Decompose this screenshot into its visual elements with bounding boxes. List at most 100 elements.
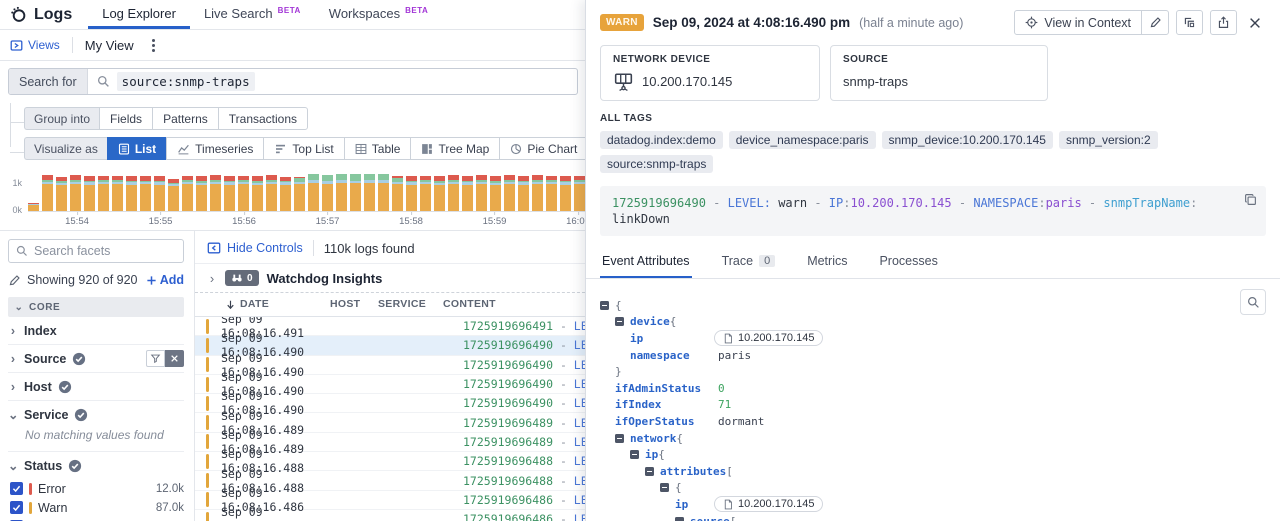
- column-content[interactable]: CONTENT: [443, 298, 585, 310]
- search-query-token[interactable]: source:snmp-traps: [117, 72, 255, 91]
- copy-icon[interactable]: [1244, 193, 1257, 206]
- histogram-bar[interactable]: [168, 179, 179, 211]
- visualize-as-top-list[interactable]: Top List: [263, 137, 343, 160]
- histogram-bar[interactable]: [308, 174, 319, 211]
- histogram-bar[interactable]: [504, 175, 515, 211]
- column-host[interactable]: HOST: [330, 298, 378, 310]
- checkbox-checked[interactable]: [10, 482, 23, 495]
- histogram-bar[interactable]: [560, 176, 571, 211]
- watchdog-insights-row[interactable]: › 0 Watchdog Insights: [195, 263, 585, 293]
- log-table-row[interactable]: Sep 09 16:08:16.4861725919696486 - LEVEL…: [195, 510, 585, 521]
- tag-pill[interactable]: device_namespace:paris: [729, 131, 876, 149]
- histogram-bar[interactable]: [448, 175, 459, 211]
- histogram-bar[interactable]: [350, 174, 361, 211]
- facet-value-info[interactable]: Info4.41k: [8, 517, 184, 521]
- facet-search-input[interactable]: Search facets: [8, 239, 184, 263]
- histogram-bar[interactable]: [546, 176, 557, 211]
- view-in-context-button[interactable]: View in Context: [1015, 16, 1141, 30]
- histogram-bar[interactable]: [476, 175, 487, 211]
- collapse-toggle-icon[interactable]: [615, 317, 624, 326]
- visualize-as-timeseries[interactable]: Timeseries: [166, 137, 263, 160]
- tag-pill[interactable]: snmp_device:10.200.170.145: [882, 131, 1053, 149]
- views-button[interactable]: Views: [10, 38, 60, 52]
- collapse-toggle-icon[interactable]: [600, 301, 609, 310]
- histogram-bar[interactable]: [70, 175, 81, 211]
- close-icon[interactable]: [1244, 12, 1266, 34]
- source-card[interactable]: SOURCE snmp-traps: [830, 45, 1048, 101]
- group-into-patterns[interactable]: Patterns: [152, 107, 218, 130]
- collapse-toggle-icon[interactable]: [660, 483, 669, 492]
- collapse-toggle-icon[interactable]: [645, 467, 654, 476]
- histogram-bar[interactable]: [392, 176, 403, 211]
- detail-tab-processes[interactable]: Processes: [877, 251, 939, 278]
- histogram-bar[interactable]: [420, 176, 431, 211]
- tag-pill[interactable]: snmp_version:2: [1059, 131, 1158, 149]
- checkbox-checked[interactable]: [10, 501, 23, 514]
- histogram-bar[interactable]: [238, 176, 249, 211]
- facet-row-index[interactable]: ›Index: [8, 317, 184, 344]
- facet-row-status[interactable]: ⌄Status: [8, 452, 184, 479]
- hide-controls-button[interactable]: Hide Controls: [207, 241, 303, 255]
- logs-brand[interactable]: Logs: [10, 0, 88, 29]
- histogram-bar[interactable]: [224, 176, 235, 211]
- histogram-bar[interactable]: [154, 176, 165, 211]
- facet-filter-icon[interactable]: [146, 350, 165, 367]
- facet-row-host[interactable]: ›Host: [8, 373, 184, 400]
- collapse-toggle-icon[interactable]: [630, 450, 639, 459]
- histogram-bar[interactable]: [336, 174, 347, 211]
- group-into-fields[interactable]: Fields: [99, 107, 152, 130]
- facet-section-core[interactable]: ⌄ CORE: [8, 297, 184, 317]
- histogram-bar[interactable]: [182, 176, 193, 211]
- facet-value-warn[interactable]: Warn87.0k: [8, 498, 184, 517]
- visualize-as-tree-map[interactable]: Tree Map: [410, 137, 499, 160]
- tag-pill[interactable]: source:snmp-traps: [600, 155, 713, 173]
- visualize-as-table[interactable]: Table: [344, 137, 411, 160]
- histogram-bar[interactable]: [140, 176, 151, 211]
- visualize-as-pie-chart[interactable]: Pie Chart: [499, 137, 587, 160]
- histogram-bar[interactable]: [532, 175, 543, 211]
- histogram-bar[interactable]: [252, 176, 263, 211]
- share-export-icon[interactable]: [1210, 10, 1237, 35]
- collapse-toggle-icon[interactable]: [615, 434, 624, 443]
- network-device-card[interactable]: NETWORK DEVICE 10.200.170.145: [600, 45, 820, 101]
- column-service[interactable]: SERVICE: [378, 298, 443, 310]
- copy-attributes-icon[interactable]: [1176, 10, 1203, 35]
- attribute-value-pill[interactable]: 10.200.170.145: [714, 496, 823, 512]
- histogram-bar[interactable]: [28, 203, 39, 211]
- facet-row-service[interactable]: ⌄Service: [8, 401, 184, 428]
- histogram-bar[interactable]: [406, 176, 417, 211]
- histogram-bar[interactable]: [490, 176, 501, 211]
- nav-tab-live-search[interactable]: Live SearchBETA: [190, 0, 315, 29]
- histogram-bar[interactable]: [42, 175, 53, 211]
- detail-tab-metrics[interactable]: Metrics: [805, 251, 849, 278]
- histogram-bar[interactable]: [378, 174, 389, 211]
- tag-pill[interactable]: datadog.index:demo: [600, 131, 723, 149]
- detail-tab-trace[interactable]: Trace0: [720, 251, 778, 278]
- histogram-bar[interactable]: [434, 176, 445, 211]
- facet-value-error[interactable]: Error12.0k: [8, 479, 184, 498]
- histogram-bar[interactable]: [462, 176, 473, 211]
- current-view-name[interactable]: My View: [85, 38, 134, 53]
- histogram-bars[interactable]: [28, 168, 585, 212]
- search-input[interactable]: source:snmp-traps: [88, 72, 577, 91]
- view-options-kebab-icon[interactable]: [146, 35, 161, 56]
- histogram-bar[interactable]: [266, 175, 277, 211]
- histogram-bar[interactable]: [322, 175, 333, 211]
- collapse-toggle-icon[interactable]: [675, 517, 684, 521]
- histogram-bar[interactable]: [210, 175, 221, 211]
- facet-row-source[interactable]: ›Source: [8, 345, 184, 372]
- detail-tab-event-attributes[interactable]: Event Attributes: [600, 251, 692, 278]
- nav-tab-log-explorer[interactable]: Log Explorer: [88, 0, 190, 29]
- sort-arrow-down-icon[interactable]: [225, 299, 236, 310]
- facet-remove-icon[interactable]: [165, 350, 184, 367]
- group-into-transactions[interactable]: Transactions: [218, 107, 308, 130]
- visualize-as-list[interactable]: List: [107, 137, 166, 160]
- edit-pencil-icon[interactable]: [1141, 10, 1168, 35]
- histogram-bar[interactable]: [364, 174, 375, 211]
- add-facet-button[interactable]: Add: [146, 273, 184, 287]
- edit-facets-pencil-icon[interactable]: [8, 274, 21, 287]
- column-date[interactable]: DATE: [240, 298, 269, 310]
- histogram-bar[interactable]: [196, 176, 207, 211]
- histogram-bar[interactable]: [112, 176, 123, 211]
- histogram-bar[interactable]: [98, 176, 109, 211]
